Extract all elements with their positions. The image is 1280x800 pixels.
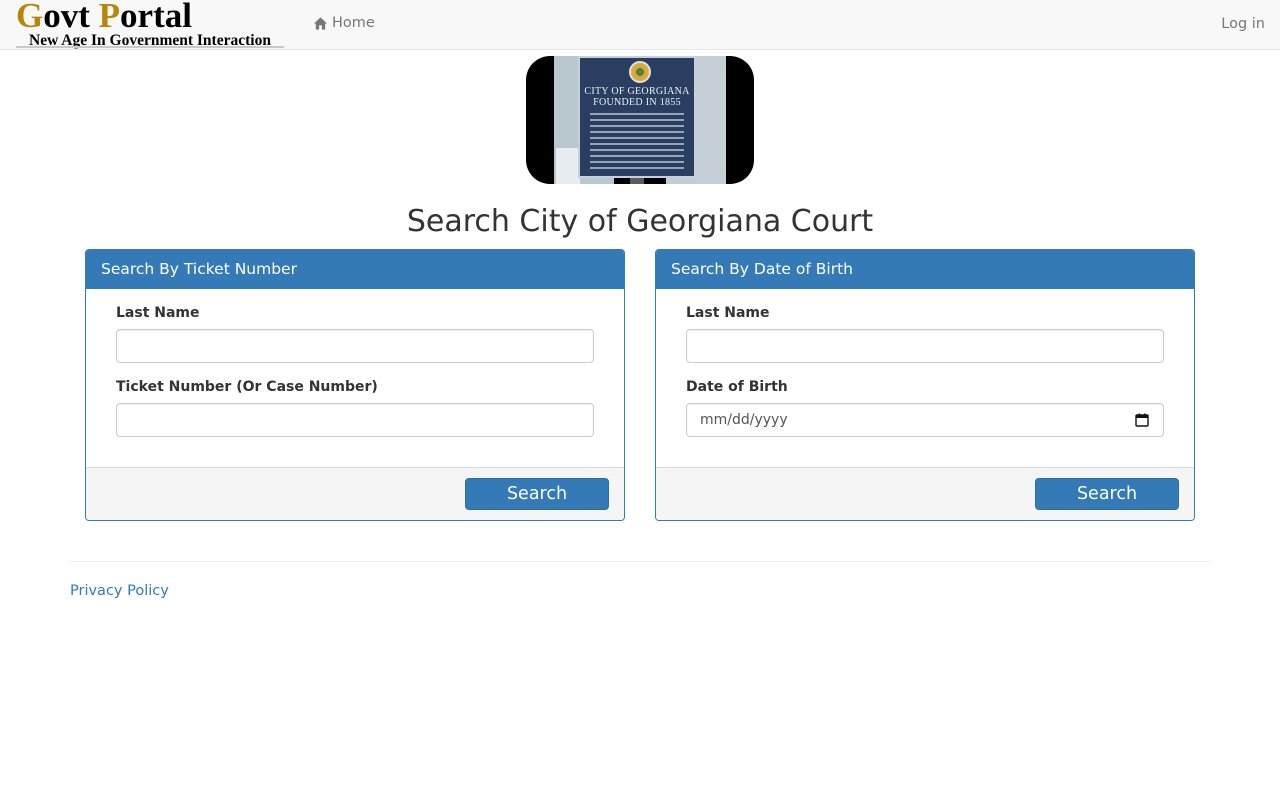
- footer-divider: [70, 561, 1210, 562]
- hero-image: CITY OF GEORGIANA FOUNDED IN 1855: [526, 56, 754, 184]
- ticket-search-panel: Search By Ticket Number Last Name Ticket…: [85, 249, 625, 521]
- ticket-number-label: Ticket Number (Or Case Number): [116, 379, 378, 395]
- panel-footer: Search: [86, 467, 624, 520]
- privacy-policy-link[interactable]: Privacy Policy: [70, 583, 169, 599]
- hero-building: [556, 148, 580, 184]
- dob-input[interactable]: mm/dd/yyyy: [686, 403, 1164, 437]
- dob-search-panel: Search By Date of Birth Last Name Date o…: [655, 249, 1195, 521]
- site-logo[interactable]: Govt Portal New Age In Government Intera…: [14, 0, 284, 50]
- nav-home-link[interactable]: Home: [313, 15, 375, 31]
- marker-text-lines: [590, 113, 684, 173]
- marker-title: CITY OF GEORGIANA FOUNDED IN 1855: [584, 86, 690, 108]
- panel-body: Last Name Ticket Number (Or Case Number): [86, 289, 624, 467]
- historical-marker: CITY OF GEORGIANA FOUNDED IN 1855: [578, 56, 696, 178]
- dob-label: Date of Birth: [686, 379, 788, 395]
- panel-footer: Search: [656, 467, 1194, 520]
- panel-body: Last Name Date of Birth mm/dd/yyyy: [656, 289, 1194, 467]
- page-title: Search City of Georgiana Court: [406, 204, 874, 239]
- logo-underline: [16, 46, 284, 48]
- last-name-input[interactable]: [686, 329, 1164, 363]
- state-seal-icon: [629, 61, 651, 83]
- home-icon: [313, 16, 328, 30]
- login-link[interactable]: Log in: [1221, 16, 1265, 32]
- panel-heading: Search By Ticket Number: [86, 250, 624, 289]
- marker-post: [630, 178, 644, 184]
- navbar: Govt Portal New Age In Government Intera…: [0, 0, 1280, 50]
- last-name-label: Last Name: [116, 305, 200, 321]
- last-name-input[interactable]: [116, 329, 594, 363]
- logo-title: Govt Portal: [16, 0, 192, 35]
- dob-placeholder: mm/dd/yyyy: [700, 412, 788, 428]
- ticket-number-input[interactable]: [116, 403, 594, 437]
- ticket-search-button[interactable]: Search: [465, 478, 609, 510]
- dob-search-button[interactable]: Search: [1035, 478, 1179, 510]
- nav-home-label: Home: [332, 15, 375, 31]
- calendar-icon[interactable]: [1135, 413, 1149, 427]
- last-name-label: Last Name: [686, 305, 770, 321]
- panel-heading: Search By Date of Birth: [656, 250, 1194, 289]
